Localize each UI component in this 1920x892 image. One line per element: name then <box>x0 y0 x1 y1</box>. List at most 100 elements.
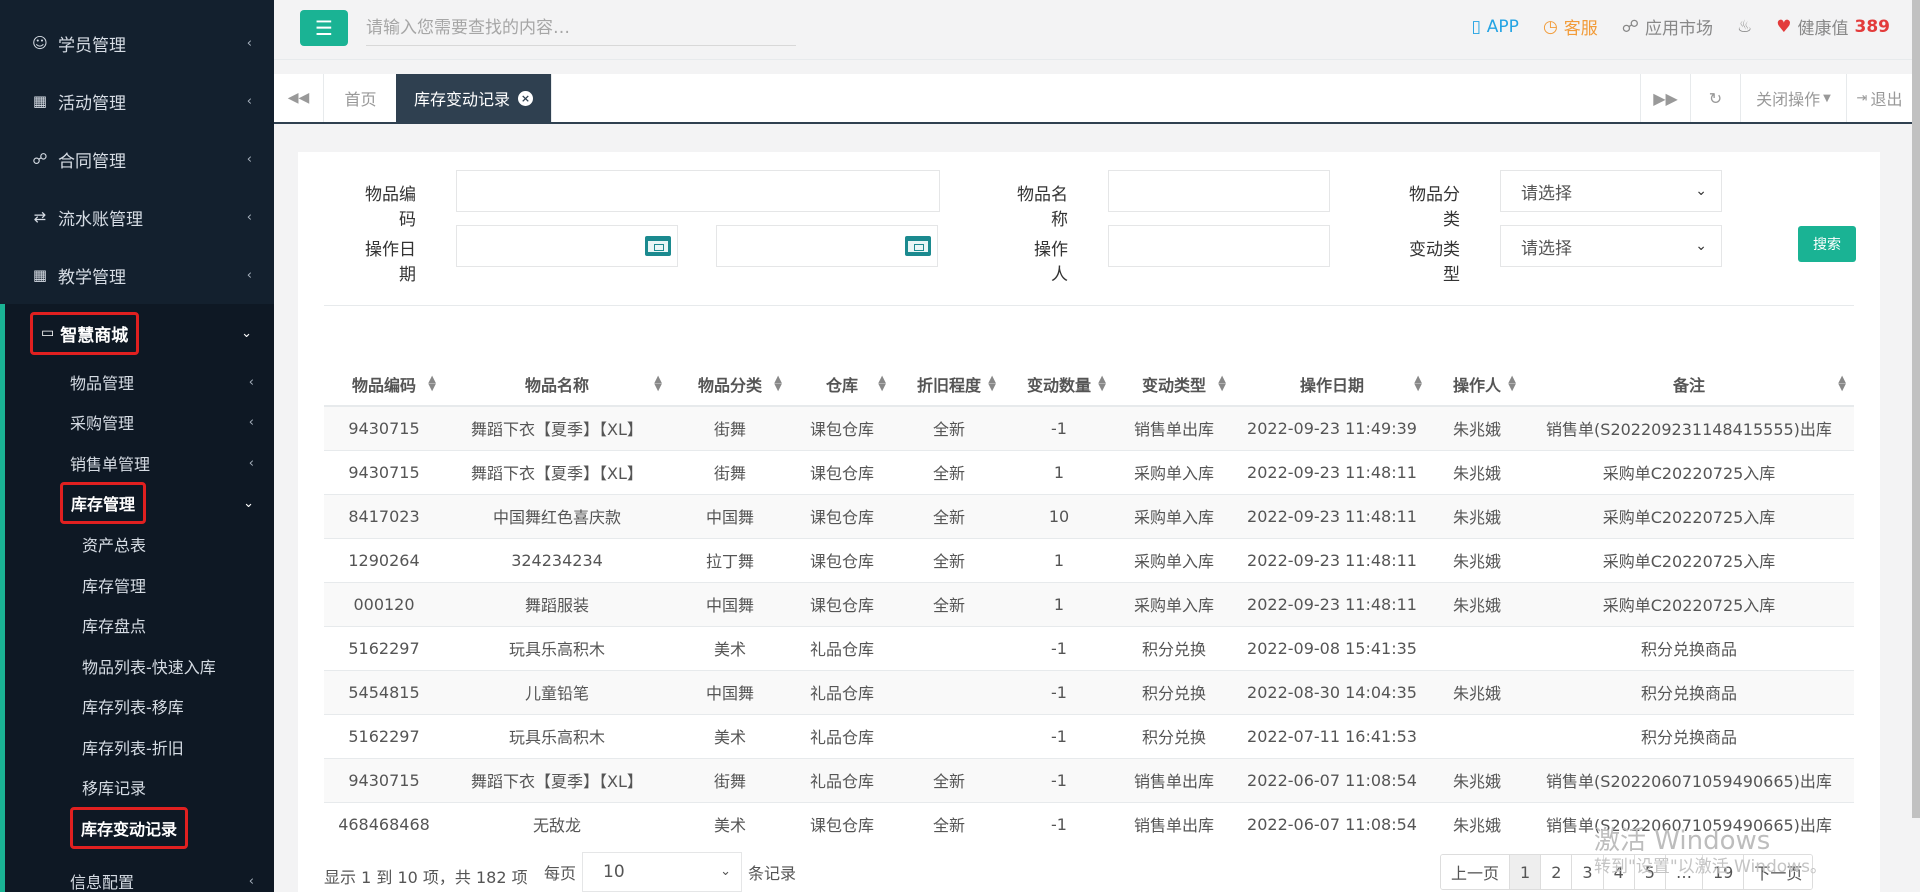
table-cell: 采购单入库 <box>1114 493 1234 538</box>
item-category-select[interactable]: 请选择 ⌄ <box>1500 170 1722 212</box>
sidebar-item-teaching[interactable]: ▦ 教学管理 ‹ <box>0 246 274 304</box>
col-item-code[interactable]: 物品编码 ▲ ▼ <box>324 362 444 407</box>
sidebar-leaf-asset-summary[interactable]: 资产总表 <box>0 524 274 564</box>
op-date-start-input[interactable] <box>456 225 678 267</box>
sidebar-item-ledger[interactable]: ⇄ 流水账管理 ‹ <box>0 188 274 246</box>
sidebar-sub-item-inventory[interactable]: 库存管理 ⌄ <box>0 482 274 524</box>
table-row[interactable]: 8417023 中国舞红色喜庆款 中国舞 课包仓库 全新 10 采购单入库 2022-09-2… <box>324 493 1854 538</box>
table-row[interactable]: 9430715 舞蹈下衣【夏季】【XL】 街舞 课包仓库 全新 1 采购单入库 2022-09… <box>324 449 1854 494</box>
sidebar-item-label: 合同管理 <box>58 151 126 172</box>
sidebar-sub-item-info-config[interactable]: 信息配置 ‹ <box>0 861 274 892</box>
col-label: 折旧程度 <box>916 375 981 395</box>
sidebar-leaf-stocktake[interactable]: 库存盘点 <box>0 605 274 645</box>
table-cell: 000120 <box>324 581 444 626</box>
calendar-icon[interactable] <box>645 236 671 256</box>
sidebar-leaf-depreciation[interactable]: 库存列表-折旧 <box>0 727 274 767</box>
table-row[interactable]: 5162297 玩具乐高积木 美术 礼品仓库 -1 积分兑换 2022-07-11 16:4… <box>324 713 1854 758</box>
sort-icon: ▲ ▼ <box>1838 374 1846 393</box>
customer-service-link[interactable]: ◷ 客服 <box>1543 14 1598 40</box>
sidebar-item-smart-mall[interactable]: ▭ 智慧商城 ⌄ <box>0 304 274 362</box>
col-change-qty[interactable]: 变动数量 ▲ ▼ <box>1004 362 1114 407</box>
sidebar-leaf-quick-stockin[interactable]: 物品列表-快速入库 <box>0 646 274 686</box>
col-change-type[interactable]: 变动类型 ▲ ▼ <box>1114 362 1234 407</box>
sidebar-item-activities[interactable]: ▦ 活动管理 ‹ <box>0 72 274 130</box>
table-row[interactable]: 1290264 324234234 拉丁舞 课包仓库 全新 1 采购单入库 2022-09-2… <box>324 537 1854 582</box>
table-row[interactable]: 9430715 舞蹈下衣【夏季】【XL】 街舞 礼品仓库 全新 -1 销售单出库 2022-0… <box>324 757 1854 802</box>
sidebar-sub-item-goods[interactable]: 物品管理 ‹ <box>0 362 274 402</box>
col-depreciation[interactable]: 折旧程度 ▲ ▼ <box>894 362 1004 407</box>
app-market-link[interactable]: ☍ 应用市场 <box>1622 14 1713 40</box>
chevron-left-icon: ‹ <box>248 455 254 471</box>
table-cell: 全新 <box>894 405 1004 450</box>
app-root: ☺ 学员管理 ‹ ▦ 活动管理 ‹ ☍ 合同管理 ‹ ⇄ 流水账管理 ‹ ▦ 教… <box>0 0 1920 892</box>
refresh-tab-button[interactable]: ↻ <box>1690 74 1740 122</box>
search-button[interactable]: 搜索 <box>1798 226 1856 262</box>
sidebar-item-contracts[interactable]: ☍ 合同管理 ‹ <box>0 130 274 188</box>
sidebar-leaf-stock-change-records[interactable]: 库存变动记录 <box>0 807 274 849</box>
tab-label: 首页 <box>344 90 377 109</box>
change-type-select[interactable]: 请选择 ⌄ <box>1500 225 1722 267</box>
table-cell: 中国舞 <box>670 581 790 626</box>
page-button[interactable]: 1 <box>1510 855 1542 889</box>
table-row[interactable]: 5454815 儿童铅笔 中国舞 礼品仓库 -1 积分兑换 2022-08-30 14:04… <box>324 669 1854 714</box>
tabs-scroll-left-button[interactable]: ◀◀ <box>274 74 324 122</box>
op-date-end-input[interactable] <box>716 225 938 267</box>
table-cell: 销售单出库 <box>1114 405 1234 450</box>
sign-out-icon: ⇥ <box>1856 90 1868 106</box>
table-cell: 2022-09-08 15:41:35 <box>1234 625 1430 670</box>
table-cell: 街舞 <box>670 405 790 450</box>
table-cell: 2022-09-23 11:49:39 <box>1234 405 1430 450</box>
col-label: 物品分类 <box>697 375 762 395</box>
operator-input[interactable] <box>1108 225 1330 267</box>
caret-down-icon: ▼ <box>1823 92 1831 104</box>
logout-button[interactable]: ⇥ 退出 <box>1846 74 1912 122</box>
close-operations-dropdown[interactable]: 关闭操作 ▼ <box>1740 74 1846 122</box>
page-scrollbar[interactable] <box>1912 0 1920 818</box>
item-code-input[interactable] <box>456 170 940 212</box>
tab-home[interactable]: 首页 <box>324 74 398 122</box>
tabs-scroll-right-button[interactable]: ▶▶ <box>1640 74 1690 122</box>
prev-page-button[interactable]: 上一页 <box>1441 855 1511 889</box>
col-operator[interactable]: 操作人 ▲ ▼ <box>1430 362 1524 407</box>
heartbeat-icon: ♥ <box>1776 16 1792 37</box>
table-row[interactable]: 5162297 玩具乐高积木 美术 礼品仓库 -1 积分兑换 2022-09-08 15:4… <box>324 625 1854 670</box>
health-value-link[interactable]: ♥ 健康值 389 <box>1776 14 1890 40</box>
table-cell <box>894 669 1004 714</box>
col-item-name[interactable]: 物品名称 ▲ ▼ <box>444 362 670 407</box>
global-search-input[interactable] <box>366 10 796 46</box>
table-row[interactable]: 9430715 舞蹈下衣【夏季】【XL】 街舞 课包仓库 全新 -1 销售单出库 2022-0… <box>324 405 1854 450</box>
calendar-icon[interactable] <box>905 236 931 256</box>
table-row[interactable]: 000120 舞蹈服装 中国舞 课包仓库 全新 1 采购单入库 2022-09-23 11:4… <box>324 581 1854 626</box>
sidebar-leaf-label: 移库记录 <box>82 779 147 798</box>
col-remark[interactable]: 备注 ▲ ▼ <box>1524 362 1854 407</box>
chevron-left-icon: ‹ <box>248 414 254 430</box>
notifications-button[interactable]: ♨ <box>1737 17 1752 37</box>
page-size-value: 10 <box>603 862 625 882</box>
col-warehouse[interactable]: 仓库 ▲ ▼ <box>790 362 894 407</box>
sidebar-item-students[interactable]: ☺ 学员管理 ‹ <box>0 14 274 72</box>
sidebar-sub-item-purchase[interactable]: 采购管理 ‹ <box>0 402 274 442</box>
table-cell: 美术 <box>670 801 790 846</box>
sidebar-leaf-inventory-manage[interactable]: 库存管理 <box>0 565 274 605</box>
sidebar-leaf-transfer[interactable]: 库存列表-移库 <box>0 686 274 726</box>
col-op-date[interactable]: 操作日期 ▲ ▼ <box>1234 362 1430 407</box>
close-icon[interactable]: × <box>518 90 534 106</box>
tab-stock-change-records[interactable]: 库存变动记录 × <box>396 74 553 122</box>
item-name-input[interactable] <box>1108 170 1330 212</box>
sidebar-leaf-transfer-records[interactable]: 移库记录 <box>0 767 274 807</box>
page-button[interactable]: 2 <box>1541 855 1573 889</box>
table-cell: 街舞 <box>670 757 790 802</box>
sidebar-sub-item-sales[interactable]: 销售单管理 ‹ <box>0 443 274 483</box>
sidebar-sub-label: 物品管理 <box>70 374 135 393</box>
users-icon: ☺ <box>32 34 48 52</box>
table-cell: 舞蹈下衣【夏季】【XL】 <box>444 405 670 450</box>
table-cell: 销售单(S202209231148415555)出库 <box>1524 405 1854 450</box>
menu-toggle-button[interactable]: ☰ <box>300 10 348 46</box>
app-link[interactable]: ▯ APP <box>1471 17 1519 37</box>
page-size-select[interactable]: 10 ⌄ <box>582 852 743 892</box>
table-cell: 朱兆娥 <box>1430 757 1524 802</box>
sidebar-leaf-label: 库存变动记录 <box>70 807 189 849</box>
chevron-left-icon: ‹ <box>246 35 252 51</box>
col-item-category[interactable]: 物品分类 ▲ ▼ <box>670 362 790 407</box>
sidebar-item-label: 智慧商城 <box>60 325 129 346</box>
